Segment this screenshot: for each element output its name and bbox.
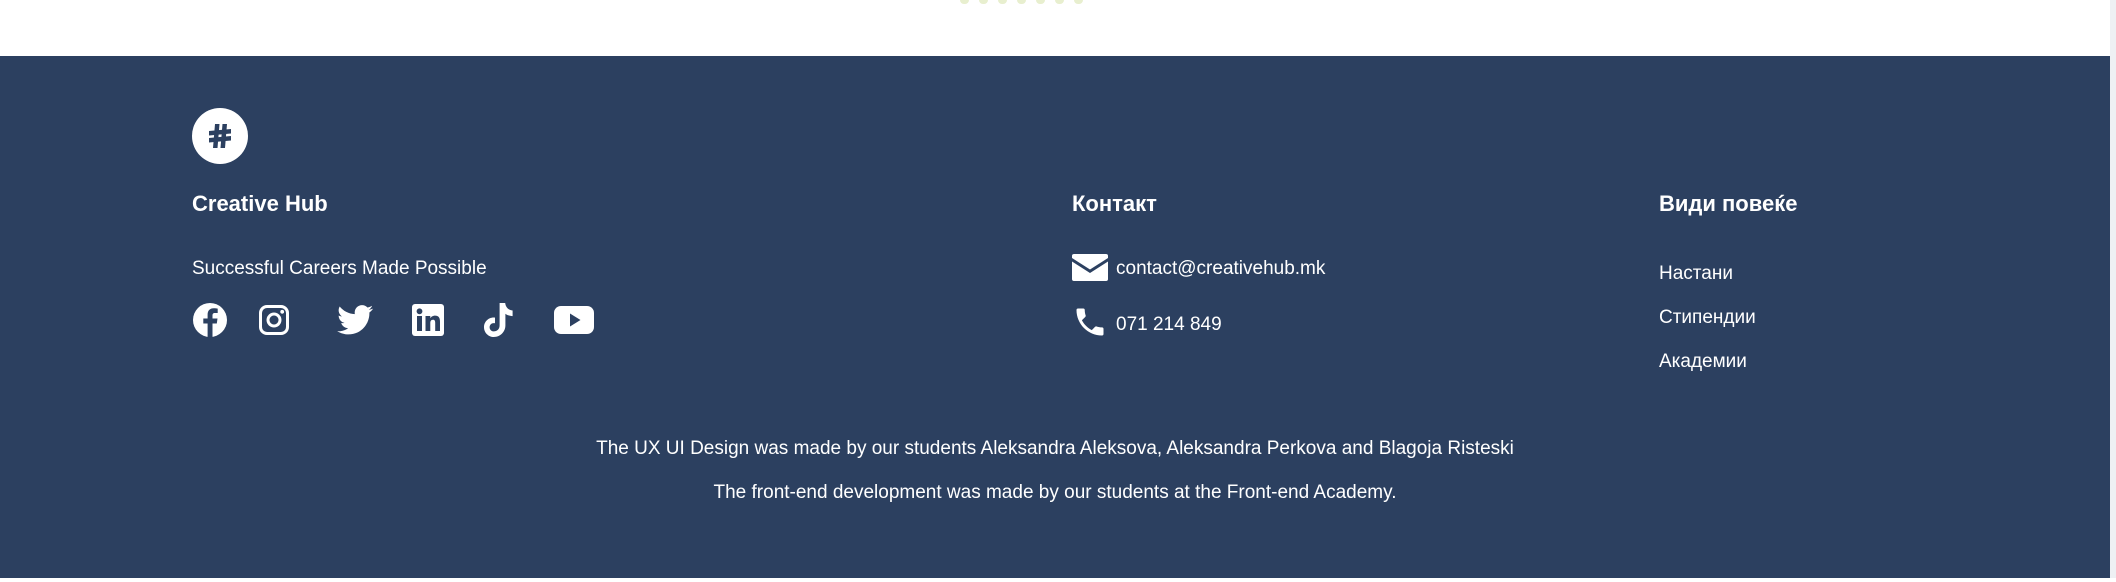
instagram-icon[interactable]	[258, 300, 290, 340]
carousel-dot[interactable]	[998, 0, 1007, 4]
see-more-heading: Види повеќе	[1659, 191, 1798, 216]
nav-link-events[interactable]: Настани	[1659, 263, 1733, 285]
brand-name: Creative Hub	[192, 191, 328, 216]
contact-email-link[interactable]: contact@creativehub.mk	[1116, 258, 1325, 280]
facebook-icon[interactable]	[192, 300, 228, 340]
carousel-dot[interactable]	[1074, 0, 1083, 4]
credits-development: The front-end development was made by ou…	[713, 482, 1397, 503]
twitter-icon[interactable]	[337, 300, 373, 340]
site-footer: Creative Hub Successful Careers Made Pos…	[0, 56, 2110, 578]
nav-link-scholarships[interactable]: Стипендии	[1659, 307, 1756, 329]
contact-phone-link[interactable]: 071 214 849	[1116, 314, 1222, 336]
nav-link-academies[interactable]: Академии	[1659, 351, 1747, 373]
carousel-dot[interactable]	[960, 0, 969, 4]
scrollbar-track[interactable]	[2110, 0, 2116, 582]
carousel-dot[interactable]	[1036, 0, 1045, 4]
phone-icon	[1072, 304, 1108, 340]
linkedin-icon[interactable]	[412, 300, 444, 340]
carousel-dot[interactable]	[979, 0, 988, 4]
tiktok-icon[interactable]	[484, 300, 514, 340]
page-top-strip	[0, 0, 2116, 56]
carousel-dots[interactable]	[960, 0, 1083, 4]
contact-heading: Контакт	[1072, 191, 1157, 216]
credits-design: The UX UI Design was made by our student…	[596, 438, 1514, 459]
youtube-icon[interactable]	[554, 300, 594, 340]
hub-logo-icon[interactable]	[192, 108, 248, 164]
envelope-icon	[1072, 254, 1108, 281]
brand-tagline: Successful Careers Made Possible	[192, 258, 487, 279]
page-bottom-strip	[0, 578, 2116, 582]
carousel-dot[interactable]	[1017, 0, 1026, 4]
carousel-dot[interactable]	[1055, 0, 1064, 4]
